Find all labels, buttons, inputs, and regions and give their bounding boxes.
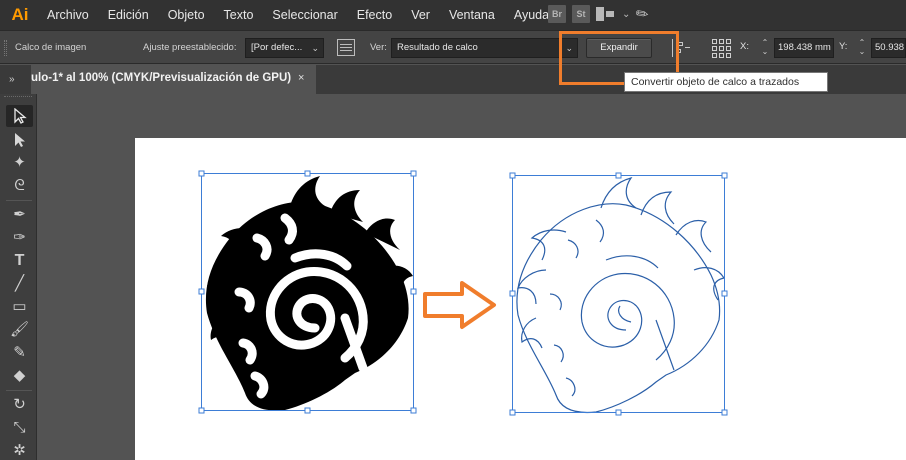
y-stepper[interactable]: ⌃ ⌄ bbox=[857, 38, 867, 58]
menu-bar: Ai Archivo Edición Objeto Texto Seleccio… bbox=[0, 0, 906, 30]
menu-archivo[interactable]: Archivo bbox=[47, 8, 89, 22]
selection-tool-icon[interactable] bbox=[6, 105, 33, 127]
warp-tool-icon[interactable]: ✲ bbox=[6, 440, 33, 460]
document-tab-title: ulo-1* al 100% (CMYK/Previsualización de… bbox=[31, 72, 292, 84]
view-select[interactable]: Resultado de calco ⌄ bbox=[391, 38, 578, 58]
preset-select[interactable]: [Por defec... ⌄ bbox=[245, 38, 324, 58]
trace-panel-icon[interactable] bbox=[337, 39, 355, 56]
shaper-tool-icon[interactable]: ✎ bbox=[6, 342, 33, 364]
workspace-layout-icon[interactable] bbox=[596, 5, 616, 23]
x-label: X: bbox=[740, 41, 749, 52]
illustrator-window: Ai Archivo Edición Objeto Texto Seleccio… bbox=[0, 0, 906, 460]
app-logo[interactable]: Ai bbox=[7, 4, 33, 26]
chevron-down-icon: ⌄ bbox=[311, 43, 319, 53]
feather-icon[interactable]: ✎ bbox=[632, 3, 653, 25]
rectangle-tool-icon[interactable]: ▭ bbox=[6, 296, 33, 318]
expand-tooltip: Convertir objeto de calco a trazados bbox=[624, 72, 828, 92]
chevron-down-icon: ⌄ bbox=[565, 43, 573, 53]
direct-selection-tool-icon[interactable] bbox=[6, 129, 33, 151]
magic-wand-tool-icon[interactable]: ✦ bbox=[6, 152, 33, 174]
preset-label: Ajuste preestablecido: bbox=[143, 42, 237, 53]
rotate-tool-icon[interactable]: ↻ bbox=[6, 394, 33, 416]
paintbrush-tool-icon[interactable]: 🖌 bbox=[6, 319, 33, 341]
menu-texto[interactable]: Texto bbox=[224, 8, 254, 22]
source-image[interactable] bbox=[195, 168, 421, 418]
toolbar-divider bbox=[6, 200, 32, 201]
toolbar-divider bbox=[6, 390, 32, 391]
expand-button[interactable]: Expandir bbox=[586, 38, 652, 58]
traced-result[interactable] bbox=[506, 170, 732, 420]
x-field[interactable]: 198.438 mm bbox=[774, 38, 834, 58]
view-value: Resultado de calco bbox=[397, 42, 478, 53]
align-icon[interactable] bbox=[670, 39, 690, 57]
menu-ayuda[interactable]: Ayuda bbox=[514, 8, 549, 22]
line-tool-icon[interactable]: ╱ bbox=[6, 273, 33, 295]
close-icon[interactable]: × bbox=[298, 72, 304, 84]
lasso-tool-icon[interactable]: ᘓ bbox=[6, 175, 33, 197]
menu-seleccionar[interactable]: Seleccionar bbox=[272, 8, 337, 22]
scale-tool-icon[interactable]: ⤡ bbox=[6, 417, 33, 439]
collapse-panels-icon[interactable]: » bbox=[9, 74, 14, 85]
menu-objeto[interactable]: Objeto bbox=[168, 8, 205, 22]
x-stepper[interactable]: ⌃ ⌄ bbox=[760, 38, 770, 58]
chevron-down-icon[interactable]: ⌄ bbox=[622, 9, 630, 20]
control-bar: Calco de imagen Ajuste preestablecido: [… bbox=[0, 30, 906, 64]
y-field[interactable]: 50.938 bbox=[871, 38, 906, 58]
pen-tool-icon[interactable]: ✒ bbox=[6, 204, 33, 226]
grip-handle[interactable] bbox=[4, 40, 7, 56]
preset-value: [Por defec... bbox=[251, 42, 303, 53]
stock-icon[interactable]: St bbox=[572, 5, 590, 23]
type-tool-icon[interactable]: T bbox=[6, 250, 33, 272]
curvature-tool-icon[interactable]: ✑ bbox=[6, 227, 33, 249]
menu-edicion[interactable]: Edición bbox=[108, 8, 149, 22]
y-label: Y: bbox=[839, 41, 848, 52]
eraser-tool-icon[interactable]: ◆ bbox=[6, 365, 33, 387]
menu-efecto[interactable]: Efecto bbox=[357, 8, 392, 22]
arrow-right-icon bbox=[423, 281, 496, 329]
bridge-icon[interactable]: Br bbox=[548, 5, 566, 23]
document-tab[interactable]: ulo-1* al 100% (CMYK/Previsualización de… bbox=[31, 65, 316, 94]
view-label: Ver: bbox=[370, 42, 387, 53]
app-icons: Br St ⌄ ✎ bbox=[548, 4, 653, 25]
tools-panel: ✦ ᘓ ✒ ✑ T ╱ ▭ 🖌 ✎ ◆ ↻ ⤡ ✲ bbox=[0, 94, 37, 460]
toolbar-grip[interactable] bbox=[4, 96, 32, 105]
menu-ver[interactable]: Ver bbox=[411, 8, 430, 22]
menu-ventana[interactable]: Ventana bbox=[449, 8, 495, 22]
panel-title: Calco de imagen bbox=[15, 42, 87, 53]
transform-reference-icon[interactable] bbox=[712, 39, 731, 58]
